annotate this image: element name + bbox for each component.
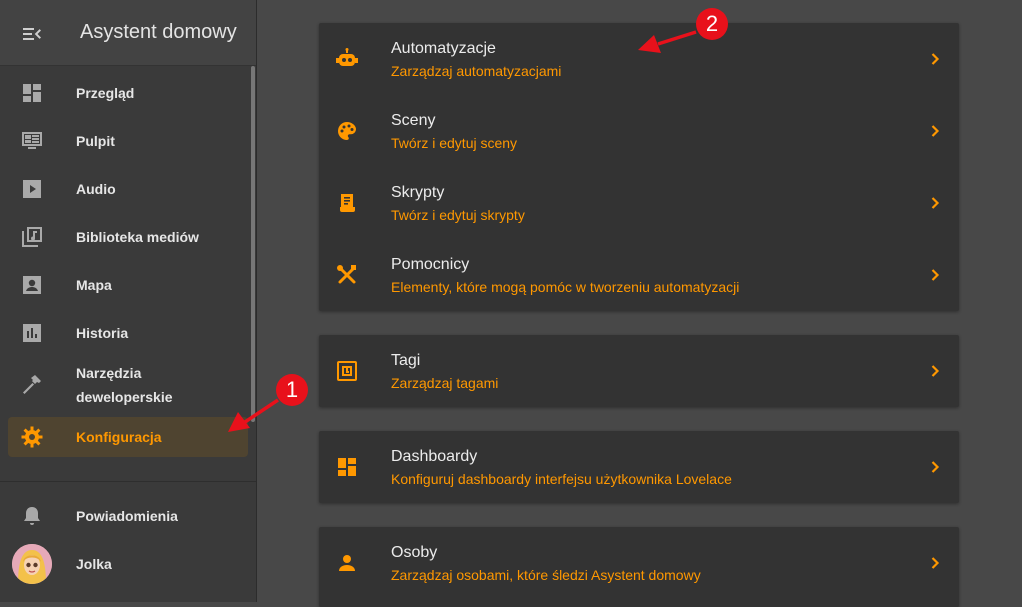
row-title: Tagi	[391, 352, 421, 369]
script-icon	[335, 191, 359, 215]
notifications-label: Powiadomienia	[76, 508, 178, 524]
bell-icon	[20, 504, 44, 528]
row-title: Dashboardy	[391, 448, 478, 465]
chevron-right-icon	[923, 47, 947, 71]
dashboard-icon	[335, 455, 359, 479]
sidebar-item-narzedzia[interactable]: Narzędzia deweloperskie	[8, 357, 248, 413]
row-subtitle: Zarządzaj automatyzacjami	[391, 63, 562, 79]
user-name: Jolka	[76, 556, 112, 572]
tags-card: Tagi Zarządzaj tagami	[319, 335, 959, 407]
account-box-icon	[20, 273, 44, 297]
monitor-dashboard-icon	[20, 129, 44, 153]
sidebar-item-label: Konfiguracja	[76, 429, 162, 445]
sidebar: Asystent domowy Przegląd Pulpit Audio Bi…	[0, 0, 257, 602]
row-subtitle: Zarządzaj tagami	[391, 375, 499, 391]
row-subtitle: Zarządzaj osobami, które śledzi Asystent…	[391, 567, 701, 583]
music-library-icon	[20, 225, 44, 249]
sidebar-item-historia[interactable]: Historia	[8, 313, 248, 353]
row-subtitle: Twórz i edytuj sceny	[391, 135, 518, 151]
row-automatyzacje[interactable]: Automatyzacje Zarządzaj automatyzacjami	[319, 23, 959, 95]
row-dashboardy[interactable]: Dashboardy Konfiguruj dashboardy interfe…	[319, 431, 959, 503]
view-dashboard-icon	[20, 81, 44, 105]
account-icon	[335, 551, 359, 575]
sidebar-item-biblioteka[interactable]: Biblioteka mediów	[8, 217, 248, 257]
robot-icon	[335, 47, 359, 71]
sidebar-item-label: Historia	[76, 325, 129, 341]
sidebar-item-user[interactable]: Jolka	[8, 544, 248, 584]
sidebar-item-audio[interactable]: Audio	[8, 169, 248, 209]
row-osoby[interactable]: Osoby Zarządzaj osobami, które śledzi As…	[319, 527, 959, 599]
annotation-badge-2: 2	[696, 8, 728, 40]
sidebar-item-label: Mapa	[76, 277, 112, 293]
chevron-right-icon	[923, 119, 947, 143]
nfc-tag-icon	[335, 359, 359, 383]
sidebar-item-label: Biblioteka mediów	[76, 229, 199, 245]
sidebar-item-label: Przegląd	[76, 85, 135, 101]
row-subtitle: Elementy, które mogą pomóc w tworzeniu a…	[391, 279, 740, 295]
chevron-right-icon	[923, 191, 947, 215]
play-box-icon	[20, 177, 44, 201]
row-title: Automatyzacje	[391, 40, 496, 57]
dashboards-card: Dashboardy Konfiguruj dashboardy interfe…	[319, 431, 959, 503]
palette-icon	[335, 119, 359, 143]
persons-card: Osoby Zarządzaj osobami, które śledzi As…	[319, 527, 959, 607]
sidebar-item-konfiguracja[interactable]: Konfiguracja	[8, 417, 248, 457]
row-title: Pomocnicy	[391, 256, 470, 273]
sidebar-item-mapa[interactable]: Mapa	[8, 265, 248, 305]
row-title: Osoby	[391, 544, 438, 561]
sidebar-divider	[0, 481, 256, 482]
automation-card: Automatyzacje Zarządzaj automatyzacjami …	[319, 23, 959, 311]
chevron-right-icon	[923, 455, 947, 479]
row-title: Sceny	[391, 112, 436, 129]
sidebar-item-powiadomienia[interactable]: Powiadomienia	[8, 496, 248, 536]
row-pomocnicy[interactable]: Pomocnicy Elementy, które mogą pomóc w t…	[319, 239, 959, 311]
app-title: Asystent domowy	[80, 21, 237, 43]
row-title: Skrypty	[391, 184, 445, 201]
chart-box-icon	[20, 321, 44, 345]
menu-toggle-icon[interactable]	[20, 22, 44, 46]
hammer-icon	[20, 373, 44, 397]
tools-icon	[335, 263, 359, 287]
chevron-right-icon	[923, 263, 947, 287]
sidebar-item-pulpit[interactable]: Pulpit	[8, 121, 248, 161]
gear-icon	[20, 425, 44, 449]
sidebar-header: Asystent domowy	[0, 0, 256, 66]
annotation-badge-1: 1	[276, 374, 308, 406]
sidebar-scrollbar[interactable]	[251, 66, 255, 422]
sidebar-item-przeglad[interactable]: Przegląd	[8, 73, 248, 113]
row-subtitle: Twórz i edytuj skrypty	[391, 207, 525, 223]
row-tagi[interactable]: Tagi Zarządzaj tagami	[319, 335, 959, 407]
sidebar-item-label: Pulpit	[76, 133, 115, 149]
row-subtitle: Konfiguruj dashboardy interfejsu użytkow…	[391, 471, 732, 487]
row-sceny[interactable]: Sceny Twórz i edytuj sceny	[319, 95, 959, 167]
row-skrypty[interactable]: Skrypty Twórz i edytuj skrypty	[319, 167, 959, 239]
sidebar-item-label: Audio	[76, 181, 116, 197]
sidebar-item-label: Narzędzia deweloperskie	[76, 365, 173, 405]
chevron-right-icon	[923, 551, 947, 575]
chevron-right-icon	[923, 359, 947, 383]
